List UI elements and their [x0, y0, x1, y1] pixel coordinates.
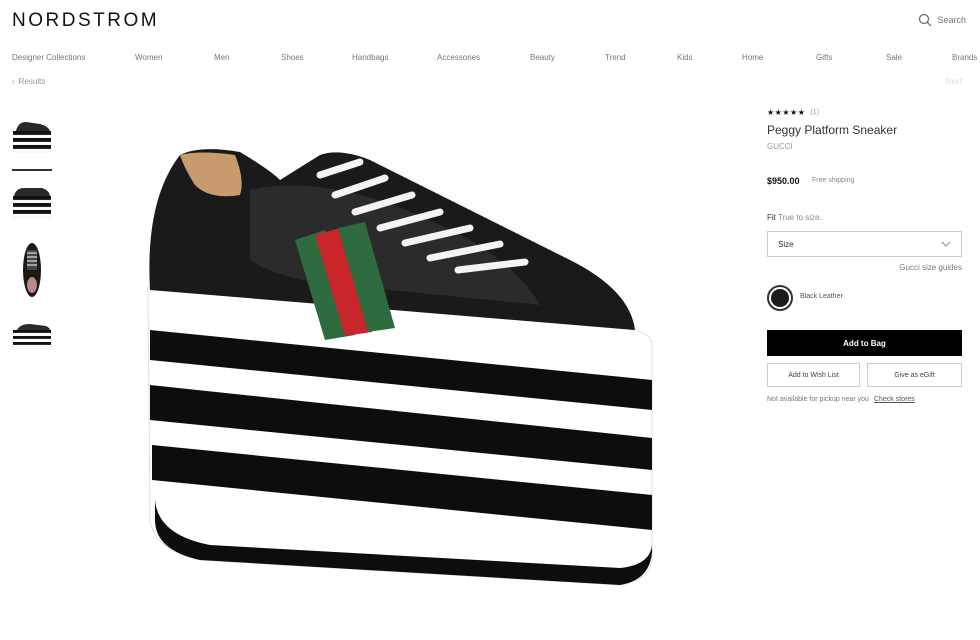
thumbnail-4[interactable] [12, 318, 52, 360]
size-placeholder: Size [778, 239, 794, 249]
shipping-note: Free shipping [812, 177, 855, 184]
nav-item-trend[interactable]: Trend [605, 53, 626, 62]
search-icon [919, 13, 932, 27]
thumbnail-2[interactable] [12, 182, 52, 224]
main-nav: Designer Collections Women Men Shoes Han… [0, 53, 980, 67]
product-image-sneaker [147, 149, 653, 586]
product-price: $950.00 [767, 176, 800, 186]
give-as-egift-button[interactable]: Give as eGift [867, 363, 962, 387]
add-to-bag-button[interactable]: Add to Bag [767, 330, 962, 356]
thumbnail-1[interactable] [12, 117, 52, 159]
nav-item-accessories[interactable]: Accessories [437, 53, 480, 62]
pickup-text: Not available for pickup near you [767, 396, 869, 403]
size-select[interactable]: Size [767, 231, 962, 257]
rating[interactable]: ★★★★★ (1) [767, 108, 819, 117]
color-swatch-black[interactable] [767, 285, 793, 311]
back-to-results-link[interactable]: ‹ Results [12, 77, 45, 86]
size-guide-link[interactable]: Gucci size guides [899, 263, 962, 272]
fit-value: True to size. [777, 213, 822, 222]
add-to-wish-list-button[interactable]: Add to Wish List [767, 363, 860, 387]
nav-item-shoes[interactable]: Shoes [281, 53, 304, 62]
product-brand[interactable]: GUCCI [767, 142, 793, 151]
nav-item-gifts[interactable]: Gifts [816, 53, 832, 62]
chevron-left-icon: ‹ [12, 77, 15, 86]
nav-item-handbags[interactable]: Handbags [352, 53, 388, 62]
color-label: Black Leather [800, 293, 843, 300]
review-count: (1) [810, 109, 819, 116]
nav-item-women[interactable]: Women [135, 53, 162, 62]
product-title: Peggy Platform Sneaker [767, 123, 898, 137]
swatch-fill [771, 289, 789, 307]
fit-info: Fit True to size. [767, 213, 822, 222]
nav-item-men[interactable]: Men [214, 53, 230, 62]
thumbnail-3[interactable] [12, 240, 52, 300]
search-button[interactable]: Search [918, 13, 966, 27]
search-label: Search [937, 15, 966, 25]
results-label: Results [18, 77, 46, 86]
nav-item-home[interactable]: Home [742, 53, 763, 62]
nav-item-brands[interactable]: Brands [952, 53, 977, 62]
nordstrom-logo[interactable]: NORDSTROM [12, 10, 159, 32]
nav-item-beauty[interactable]: Beauty [530, 53, 555, 62]
nav-item-sale[interactable]: Sale [886, 53, 902, 62]
fit-label: Fit [767, 213, 776, 222]
nav-item-designer-collections[interactable]: Designer Collections [12, 53, 85, 62]
chevron-down-icon [941, 241, 951, 247]
next-product-link[interactable]: Next [946, 77, 962, 86]
nav-item-kids[interactable]: Kids [677, 53, 693, 62]
stars-icon: ★★★★★ [767, 108, 806, 117]
check-stores-link[interactable]: Check stores [874, 396, 915, 403]
pickup-info: Not available for pickup near you Check s… [767, 396, 915, 403]
thumbnail-active-indicator [12, 169, 52, 171]
